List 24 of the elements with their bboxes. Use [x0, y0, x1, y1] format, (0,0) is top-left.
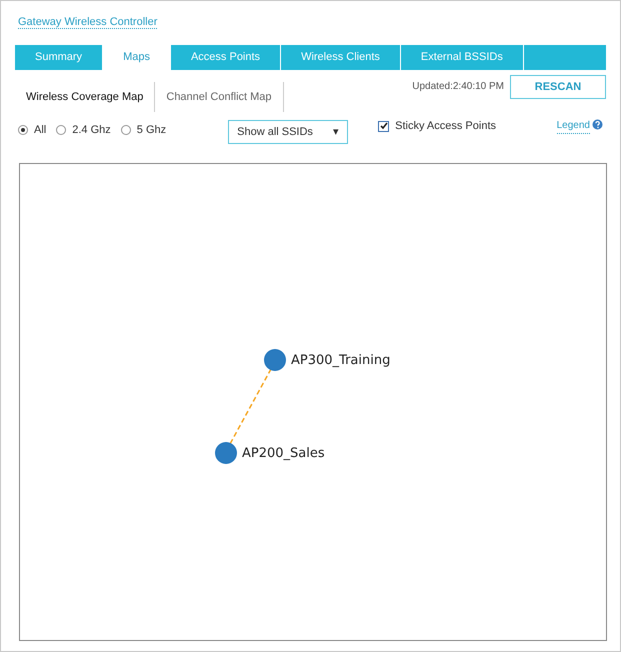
checkbox-label: Sticky Access Points — [395, 119, 496, 134]
tab[interactable]: External BSSIDs — [400, 45, 524, 70]
access-point-label: AP200_Sales — [242, 445, 325, 463]
map-tab[interactable]: Wireless Coverage Map — [15, 82, 156, 112]
checkbox[interactable] — [378, 120, 390, 132]
radio-label: 2.4 Ghz — [72, 122, 111, 138]
ssid-dropdown[interactable]: Show all SSIDs ▾ — [228, 120, 348, 144]
radio-button[interactable] — [18, 125, 28, 135]
tab[interactable]: Access Points — [170, 45, 282, 70]
help-icon[interactable] — [592, 119, 603, 130]
radio-button[interactable] — [120, 125, 131, 135]
page-title[interactable]: Gateway Wireless Controller — [18, 16, 158, 29]
radio-label: 5 Ghz — [136, 122, 166, 138]
radio-label: All — [34, 122, 46, 138]
access-point-node[interactable] — [264, 349, 286, 371]
radio-button[interactable] — [56, 125, 66, 135]
access-point-label: AP300_Training — [291, 352, 390, 370]
tab[interactable]: Wireless Clients — [281, 45, 401, 70]
legend-link[interactable]: Legend — [556, 118, 590, 134]
updated-time: Updated:2:40:10 PM — [412, 80, 504, 94]
map-tab[interactable]: Channel Conflict Map — [155, 82, 284, 112]
rescan-button[interactable]: RESCAN — [510, 75, 606, 99]
tab[interactable]: Maps — [103, 45, 171, 70]
access-point-node[interactable] — [215, 442, 237, 464]
